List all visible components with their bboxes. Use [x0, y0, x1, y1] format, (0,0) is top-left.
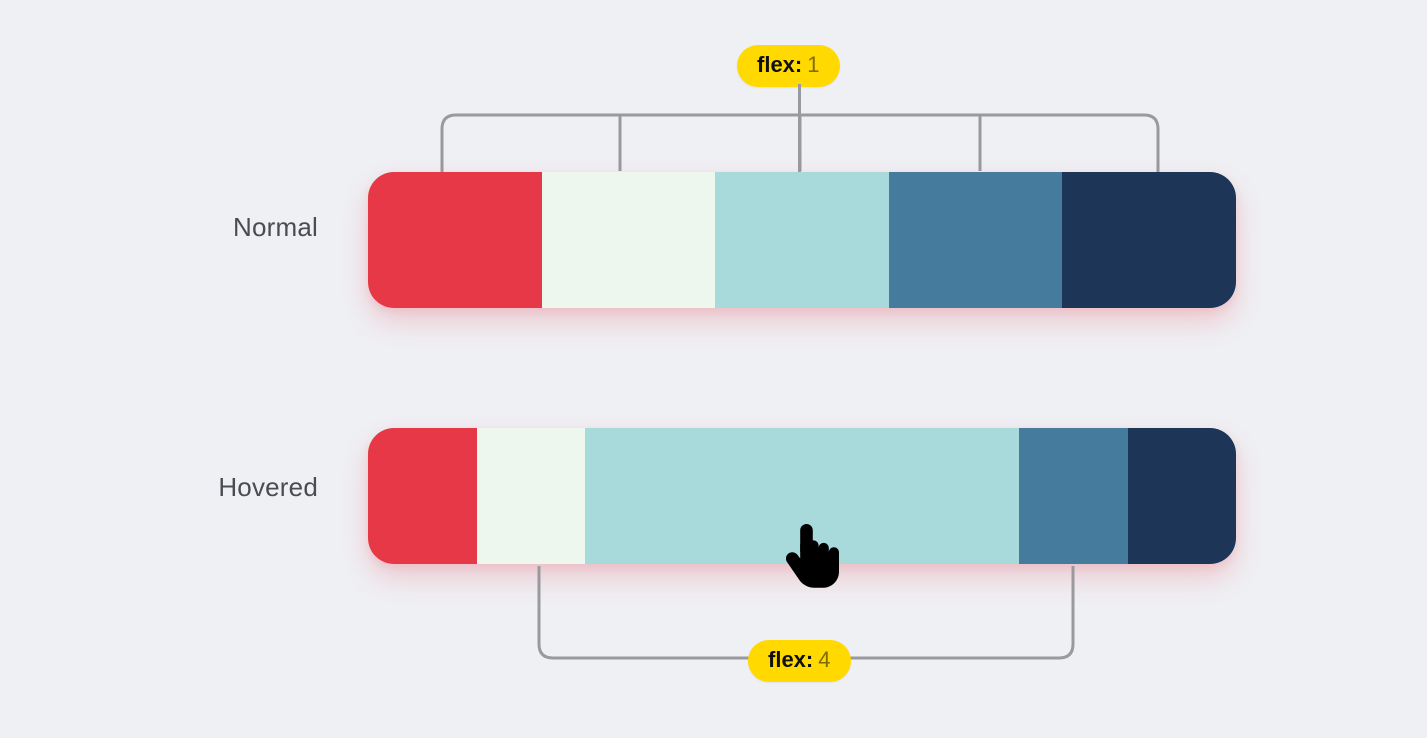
- flex-badge-value: 1: [807, 52, 820, 77]
- bar-segment-5[interactable]: [1127, 428, 1236, 564]
- bar-segment-1[interactable]: [368, 428, 477, 564]
- bar-segment-2[interactable]: [476, 428, 585, 564]
- bar-segment-5[interactable]: [1062, 172, 1236, 308]
- bar-segment-2[interactable]: [541, 172, 716, 308]
- illustration-canvas: flex: 1 Normal Hovered flex: 4: [0, 0, 1427, 738]
- flex-badge-hovered: flex: 4: [748, 640, 851, 682]
- bar-segment-3[interactable]: [715, 172, 889, 308]
- bar-segment-4[interactable]: [1019, 428, 1128, 564]
- bar-segment-3[interactable]: [585, 428, 1019, 564]
- row-label-hovered: Hovered: [218, 472, 318, 502]
- badge-connector-stem: [798, 84, 801, 172]
- flex-badge-key: flex:: [757, 52, 803, 77]
- bar-segment-4[interactable]: [888, 172, 1063, 308]
- flex-badge-normal: flex: 1: [737, 45, 840, 87]
- row-label-normal: Normal: [233, 212, 318, 242]
- flex-badge-key: flex:: [768, 647, 814, 672]
- flex-bar-hovered: [368, 428, 1236, 564]
- flex-bar-normal: [368, 172, 1236, 308]
- bar-segment-1[interactable]: [368, 172, 542, 308]
- flex-badge-value: 4: [818, 647, 831, 672]
